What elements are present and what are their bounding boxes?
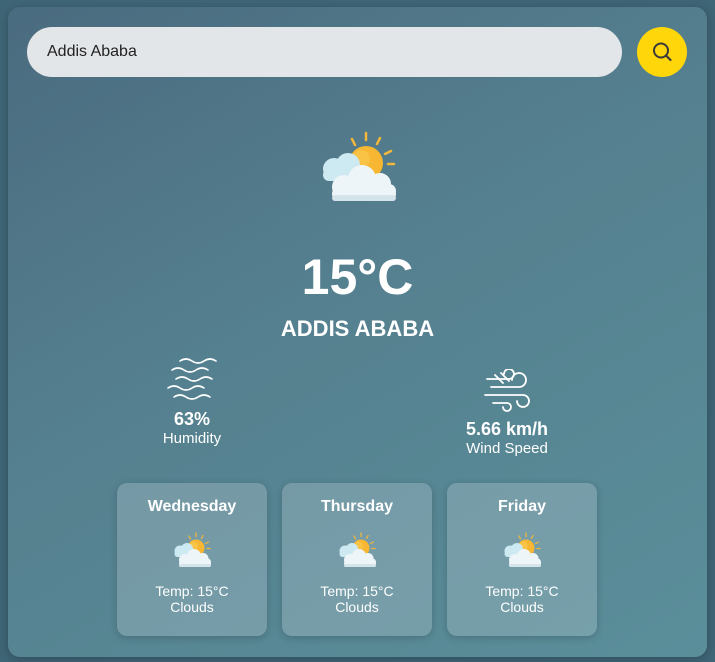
search-input[interactable] bbox=[27, 27, 622, 77]
search-icon bbox=[651, 41, 673, 63]
partly-cloudy-icon bbox=[500, 531, 544, 571]
forecast-desc: Clouds bbox=[500, 599, 544, 615]
wind-icon bbox=[484, 368, 530, 412]
wind-section: 5.66 km/h Wind Speed bbox=[427, 368, 587, 458]
forecast-day: Friday bbox=[497, 498, 546, 515]
wind-label: Wind Speed bbox=[466, 440, 548, 457]
partly-cloudy-icon bbox=[314, 129, 402, 209]
humidity-value: 63% bbox=[173, 409, 211, 429]
forecast-day: Thursday bbox=[320, 498, 393, 515]
temperature: 15°C bbox=[301, 249, 414, 305]
forecast-desc: Clouds bbox=[335, 599, 379, 615]
forecast-temp: Temp: 15°C bbox=[155, 583, 229, 599]
forecast-day: Wednesday bbox=[147, 498, 237, 515]
humidity-label: Humidity bbox=[162, 430, 222, 447]
forecast-desc: Clouds bbox=[170, 599, 214, 615]
partly-cloudy-icon bbox=[170, 531, 214, 571]
forecast-card: Thursday Temp: 15°C Clouds bbox=[282, 483, 432, 636]
forecast-temp: Temp: 15°C bbox=[485, 583, 559, 599]
weather-card: 15°C ADDIS ABABA 63% Humidity bbox=[8, 7, 707, 657]
forecast-card: Wednesday Temp: 15°C Clouds bbox=[117, 483, 267, 636]
city-name: ADDIS ABABA bbox=[280, 316, 435, 341]
wind-value: 5.66 km/h bbox=[465, 419, 549, 439]
forecast-card: Friday Temp: 15°C Clouds bbox=[447, 483, 597, 636]
search-button[interactable] bbox=[637, 27, 687, 77]
forecast-temp: Temp: 15°C bbox=[320, 583, 394, 599]
humidity-section: 63% Humidity bbox=[112, 357, 272, 448]
partly-cloudy-icon bbox=[335, 531, 379, 571]
humidity-waves-icon bbox=[167, 358, 217, 400]
